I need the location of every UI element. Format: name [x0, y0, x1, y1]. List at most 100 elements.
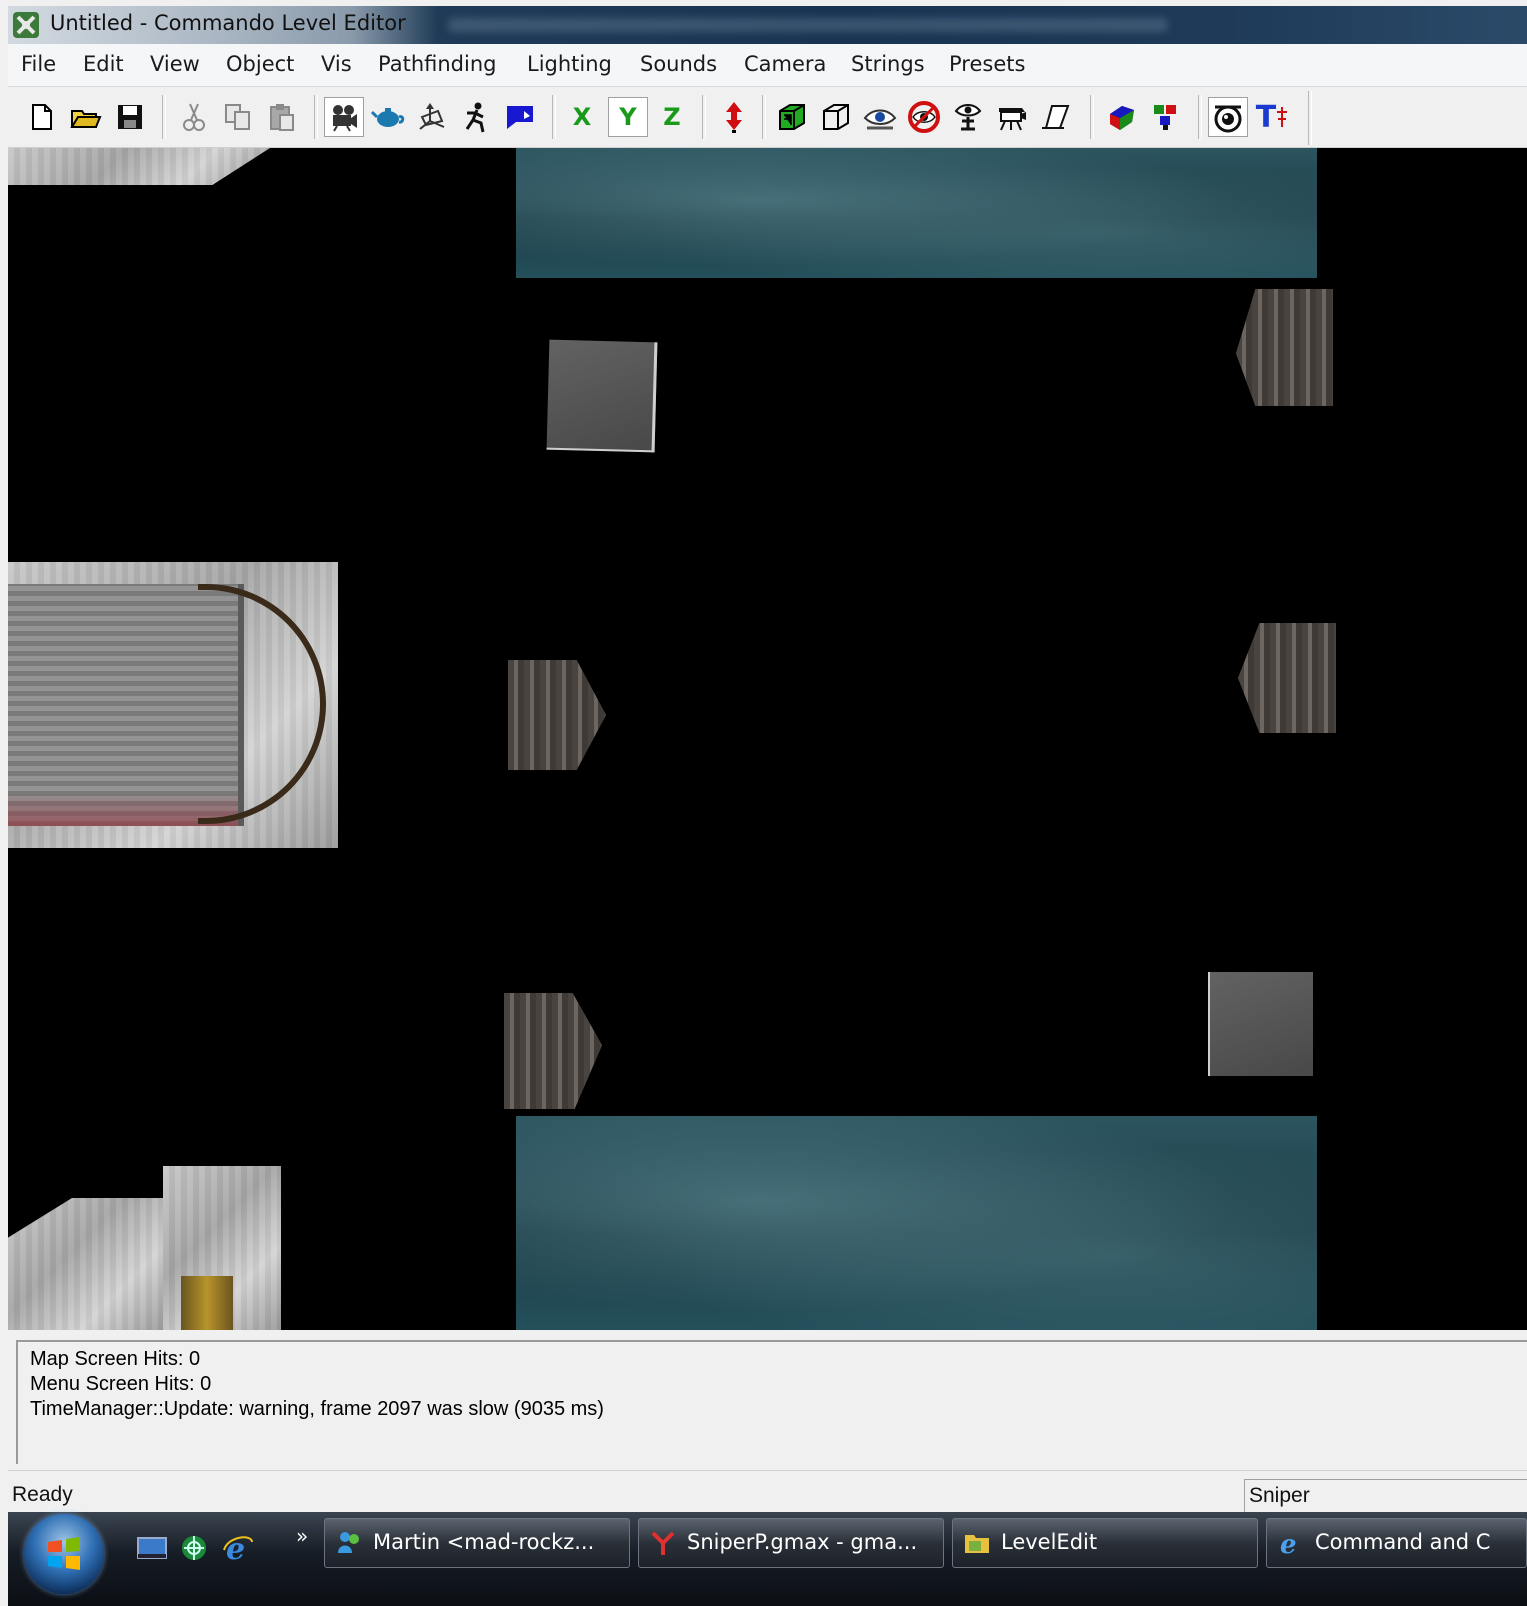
- ie-icon: e: [1280, 1530, 1297, 1557]
- camera-view-button[interactable]: [992, 97, 1032, 137]
- blue-flag-icon: [507, 106, 533, 129]
- log-line: Menu Screen Hits: 0: [30, 1373, 212, 1395]
- taskbar-label: LevelEdit: [1001, 1530, 1098, 1554]
- vis-target-button[interactable]: [904, 97, 944, 137]
- internet-explorer-icon[interactable]: e: [222, 1532, 254, 1564]
- colored-cube-icon: [1110, 106, 1134, 130]
- axis-x-button[interactable]: X: [562, 97, 602, 137]
- main-toolbar: X Y Z T: [8, 87, 1527, 148]
- copy-icon: [225, 104, 250, 130]
- title-bar[interactable]: Untitled - Commando Level Editor: [8, 6, 1527, 44]
- wireframe-box-button[interactable]: [816, 97, 856, 137]
- axis-y-button[interactable]: Y: [608, 97, 648, 137]
- waypath-mode-button[interactable]: [412, 97, 452, 137]
- status-preset-label: Sniper: [1249, 1484, 1310, 1507]
- camera-mode-button[interactable]: [324, 97, 364, 137]
- red-cross-icon: [1277, 107, 1288, 127]
- object-mode-button[interactable]: [368, 97, 408, 137]
- level-editor-window: Untitled - Commando Level Editor File Ed…: [0, 0, 1527, 1606]
- movie-camera-icon: [999, 108, 1026, 131]
- menu-bar: File Edit View Object Vis Pathfinding Li…: [8, 44, 1527, 87]
- red-arrow-icon: [726, 102, 742, 133]
- open-file-button[interactable]: [66, 97, 106, 137]
- network-globe-icon[interactable]: [178, 1532, 210, 1564]
- eye-icon: [863, 109, 897, 130]
- paste-button[interactable]: [262, 97, 302, 137]
- scissors-icon: [183, 103, 205, 131]
- menu-camera[interactable]: Camera: [744, 52, 826, 76]
- teapot-icon: [371, 108, 405, 127]
- new-file-icon: [32, 104, 52, 130]
- taskbar-button-gmax[interactable]: SniperP.gmax - gma...: [638, 1518, 944, 1568]
- scene-fence-right-mid: [1238, 623, 1336, 733]
- presets-blocks-button[interactable]: [1146, 97, 1186, 137]
- new-file-button[interactable]: [22, 97, 62, 137]
- log-line: Map Screen Hits: 0: [30, 1348, 201, 1370]
- windows-taskbar: e » Martin <mad-rockz... SniperP.gmax - …: [8, 1512, 1527, 1606]
- scene-water-top: [516, 148, 1317, 278]
- menu-pathfinding[interactable]: Pathfinding: [378, 52, 496, 76]
- window-title: Untitled - Commando Level Editor: [50, 11, 406, 35]
- menu-object[interactable]: Object: [226, 52, 294, 76]
- scene-tower-bottom-left: [163, 1166, 281, 1330]
- scene-water-bottom: [516, 1116, 1317, 1330]
- paste-clipboard-icon: [270, 104, 294, 131]
- copy-button[interactable]: [218, 97, 258, 137]
- solid-box-button[interactable]: [772, 97, 812, 137]
- axis-z-label: Z: [663, 103, 681, 131]
- taskbar-label: SniperP.gmax - gma...: [687, 1530, 918, 1554]
- output-log[interactable]: Map Screen Hits: 0 Menu Screen Hits: 0 T…: [16, 1340, 1527, 1464]
- start-button[interactable]: [24, 1514, 104, 1594]
- character-mode-button[interactable]: [456, 97, 496, 137]
- scene-hangar-left: [8, 562, 338, 848]
- menu-lighting[interactable]: Lighting: [527, 52, 612, 76]
- save-disk-icon: [118, 105, 142, 129]
- cut-button[interactable]: [174, 97, 214, 137]
- toggle-vis-button[interactable]: [1208, 97, 1248, 137]
- eye-stand-icon: [954, 104, 982, 131]
- menu-view[interactable]: View: [150, 52, 200, 76]
- vis-eye-button[interactable]: [860, 97, 900, 137]
- svg-text:e: e: [1280, 1530, 1297, 1557]
- taskbar-button-messenger[interactable]: Martin <mad-rockz...: [324, 1518, 630, 1568]
- menu-strings[interactable]: Strings: [851, 52, 925, 76]
- menu-file[interactable]: File: [21, 52, 56, 76]
- messenger-icon: [338, 1532, 359, 1553]
- menu-edit[interactable]: Edit: [83, 52, 124, 76]
- vis-point-button[interactable]: [948, 97, 988, 137]
- viewport-3d[interactable]: [8, 148, 1527, 1330]
- log-line: TimeManager::Update: warning, frame 2097…: [30, 1398, 604, 1420]
- drop-to-ground-button[interactable]: [714, 97, 754, 137]
- red-target-eye-icon: [908, 101, 940, 133]
- text-tool-button[interactable]: T: [1252, 97, 1292, 137]
- status-preset-pane: Sniper: [1244, 1479, 1527, 1513]
- taskbar-label: Martin <mad-rockz...: [373, 1530, 595, 1554]
- scene-panel-upper-left: [546, 339, 658, 453]
- taskbar-button-leveledit[interactable]: LevelEdit: [952, 1518, 1258, 1568]
- show-desktop-icon[interactable]: [136, 1532, 168, 1564]
- windows-logo-icon: [48, 1537, 80, 1570]
- menu-vis[interactable]: Vis: [321, 52, 352, 76]
- output-log-panel: Map Screen Hits: 0 Menu Screen Hits: 0 T…: [8, 1330, 1527, 1468]
- presets-color-box-button[interactable]: [1102, 97, 1142, 137]
- green-cube-icon: [779, 104, 805, 130]
- axis-z-button[interactable]: Z: [652, 97, 692, 137]
- save-file-button[interactable]: [110, 97, 150, 137]
- text-tool-label: T: [1255, 99, 1277, 135]
- menu-presets[interactable]: Presets: [949, 52, 1025, 76]
- running-man-icon: [465, 102, 485, 133]
- wireframe-cube-icon: [823, 104, 849, 130]
- status-text: Ready: [12, 1483, 73, 1506]
- quicklaunch-chevron[interactable]: »: [296, 1524, 308, 1548]
- gmax-icon: [651, 1531, 675, 1555]
- big-eye-icon: [1214, 105, 1242, 133]
- selection-tool-button[interactable]: [1036, 97, 1076, 137]
- folder-icon: [965, 1535, 989, 1553]
- flag-mode-button[interactable]: [500, 97, 540, 137]
- scene-panel-lower-right: [1208, 972, 1313, 1076]
- color-blocks-icon: [1154, 105, 1176, 130]
- scene-building-top-left: [8, 148, 270, 185]
- menu-sounds[interactable]: Sounds: [640, 52, 717, 76]
- taskbar-button-browser[interactable]: e Command and C: [1266, 1518, 1527, 1568]
- open-folder-icon: [70, 110, 102, 128]
